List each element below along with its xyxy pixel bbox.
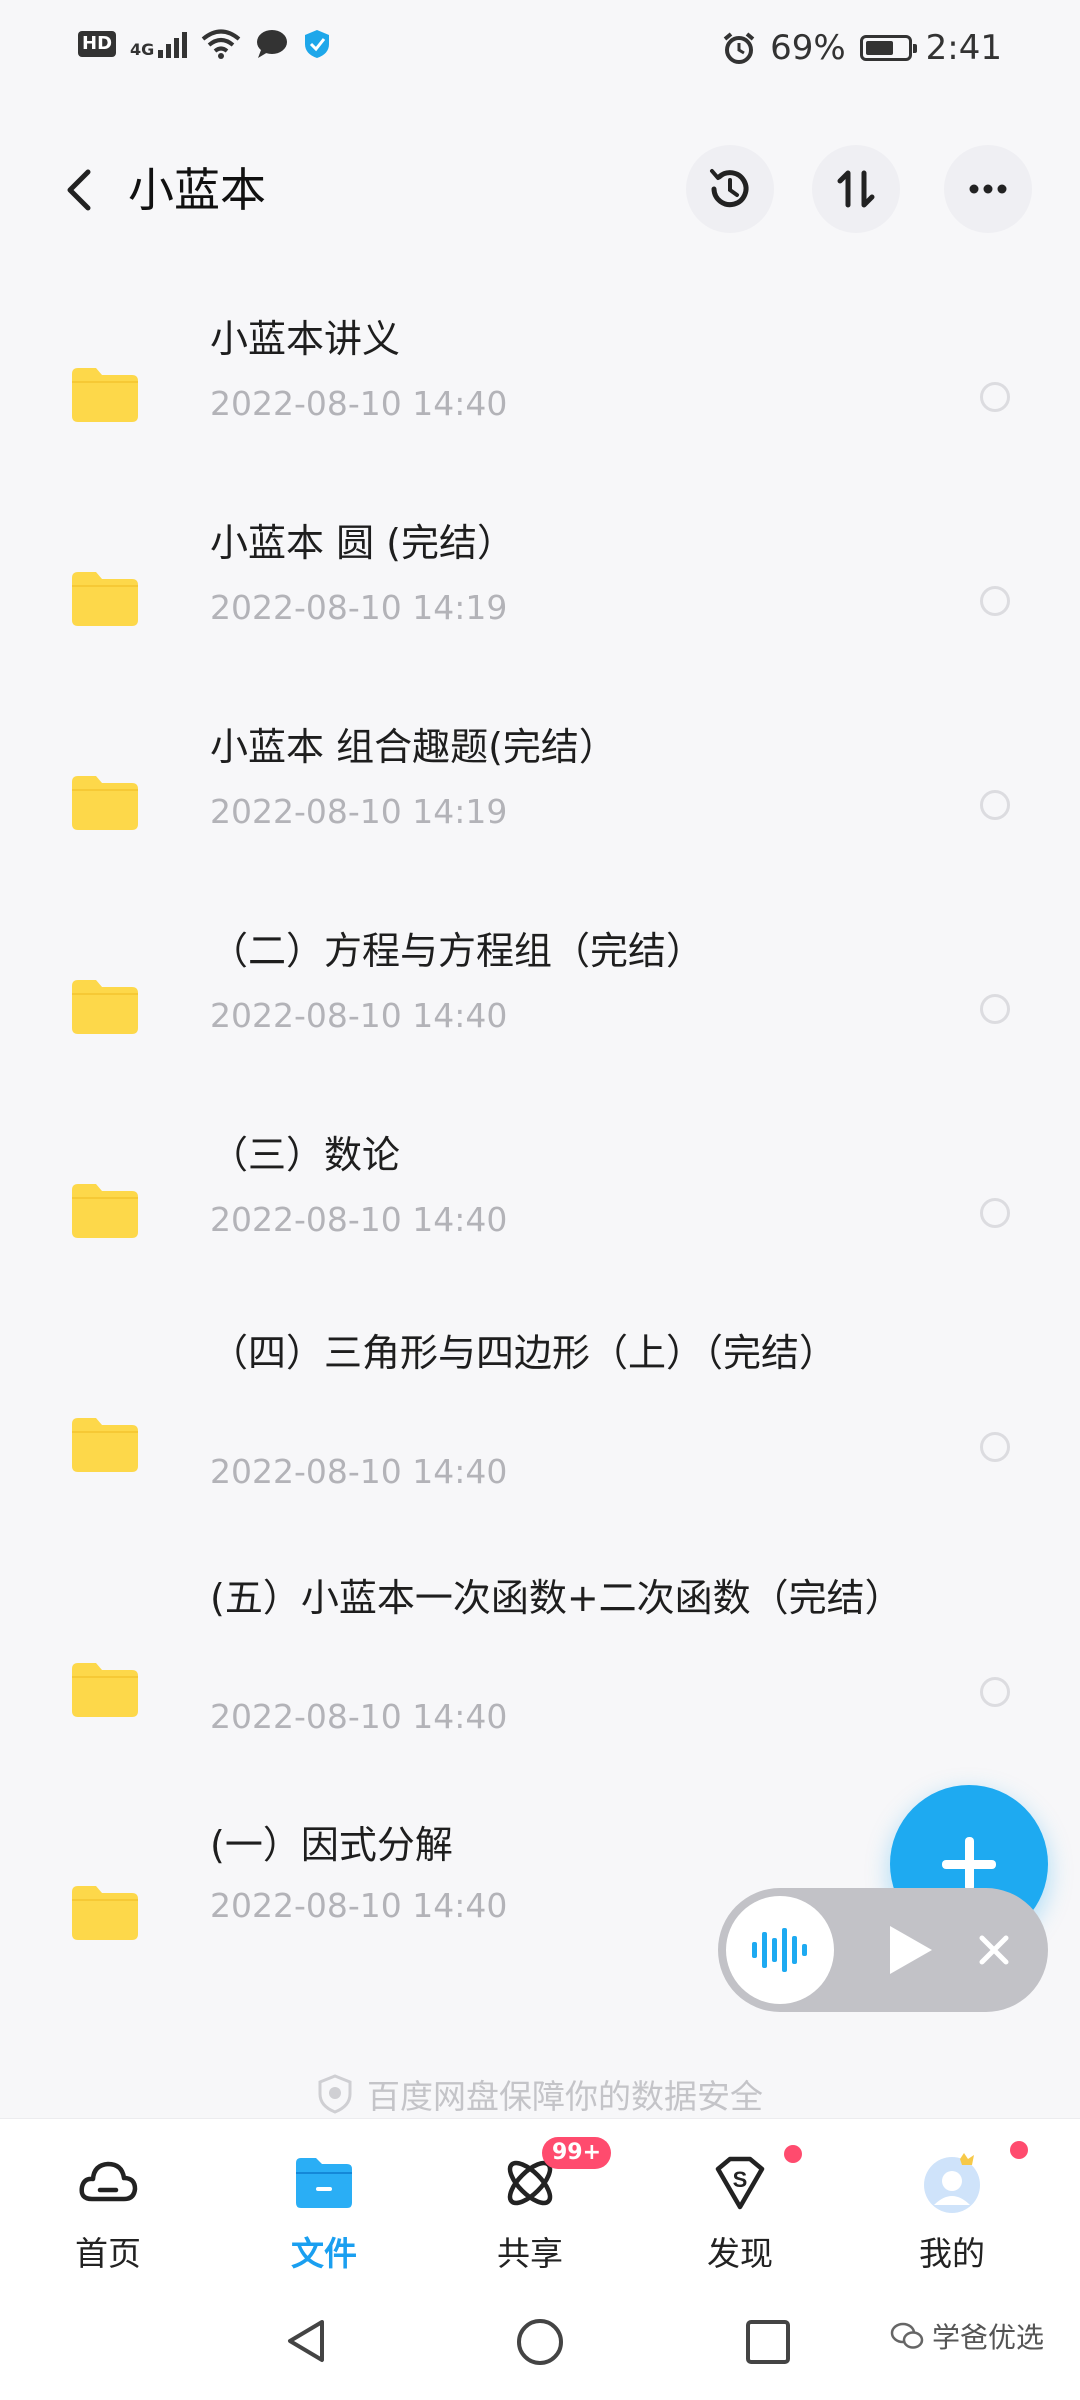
folder-icon [72, 776, 138, 830]
cloud-icon [79, 2161, 138, 2202]
folder-name: 小蓝本 组合趣题(完结） [210, 725, 617, 769]
status-bar: HD 4G 69% 2:41 [0, 0, 1080, 100]
folder-icon [72, 1663, 138, 1717]
mine-notification-dot [1010, 2141, 1028, 2159]
folder-icon [72, 1184, 138, 1238]
watermark: 学爸优选 [890, 2316, 1044, 2356]
folder-icon [296, 2158, 352, 2208]
folder-name: 小蓝本讲义 [210, 317, 401, 361]
select-checkbox[interactable] [980, 382, 1010, 412]
battery-percent: 69% [770, 28, 846, 68]
bottom-nav: 首页 文件 99+ 共享 S 发现 我的 [0, 2118, 1080, 2281]
top-bar: 小蓝本 [0, 130, 1080, 250]
folder-date: 2022-08-10 14:40 [210, 996, 508, 1035]
select-checkbox[interactable] [980, 994, 1010, 1024]
system-home-icon[interactable] [514, 2316, 566, 2368]
tab-files-label: 文件 [291, 2234, 357, 2273]
system-recents-icon[interactable] [744, 2318, 792, 2366]
tab-home[interactable]: 首页 [28, 2119, 188, 2281]
folder-icon [72, 1418, 138, 1472]
folder-row[interactable]: （四）三角形与四边形（上）（完结） 2022-08-10 14:40 [0, 1320, 1080, 1540]
tab-discover-label: 发现 [707, 2234, 773, 2273]
voice-wave-icon[interactable] [726, 1896, 834, 2004]
security-note: 百度网盘保障你的数据安全 [0, 2070, 1080, 2118]
select-checkbox[interactable] [980, 1677, 1010, 1707]
wifi-icon [202, 29, 241, 59]
folder-name: 小蓝本 圆 (完结） [210, 521, 515, 565]
folder-icon [72, 368, 138, 422]
watermark-text: 学爸优选 [932, 2321, 1045, 2354]
folder-icon [72, 1886, 138, 1940]
avatar [924, 2153, 980, 2213]
wechat-icon [890, 2322, 924, 2349]
discover-notification-dot [784, 2145, 802, 2163]
select-checkbox[interactable] [980, 586, 1010, 616]
folder-row[interactable]: 小蓝本讲义 2022-08-10 14:40 [0, 300, 1080, 470]
more-icon [969, 184, 1007, 194]
folder-date: 2022-08-10 14:40 [210, 1200, 508, 1239]
tab-discover[interactable]: S 发现 [660, 2119, 820, 2281]
alarm-icon [723, 32, 755, 64]
folder-icon [72, 572, 138, 626]
folder-icon [72, 980, 138, 1034]
close-icon[interactable] [972, 1928, 1016, 1972]
select-checkbox[interactable] [980, 1198, 1010, 1228]
cellular-signal-icon: 4G [130, 30, 188, 58]
audio-player-pill[interactable] [718, 1888, 1048, 2012]
clock: 2:41 [925, 28, 1002, 68]
tab-mine-label: 我的 [919, 2234, 985, 2273]
tab-share[interactable]: 99+ 共享 [450, 2119, 612, 2281]
shield-icon [318, 2074, 352, 2114]
back-arrow-icon[interactable] [50, 160, 110, 220]
tab-mine[interactable]: 我的 [872, 2119, 1032, 2281]
message-icon [257, 30, 288, 58]
shield-icon [305, 30, 330, 58]
folder-name: (五）小蓝本一次函数+二次函数（完结） [210, 1576, 903, 1620]
play-icon[interactable] [886, 1922, 936, 1978]
share-badge: 99+ [542, 2137, 612, 2169]
svg-text:S: S [733, 2167, 748, 2192]
folder-date: 2022-08-10 14:19 [210, 792, 508, 831]
history-button[interactable] [686, 145, 774, 233]
more-button[interactable] [944, 145, 1032, 233]
folder-date: 2022-08-10 14:40 [210, 1452, 508, 1491]
tab-home-label: 首页 [75, 2234, 141, 2273]
select-checkbox[interactable] [980, 1432, 1010, 1462]
folder-name: （四）三角形与四边形（上）（完结） [210, 1331, 838, 1375]
sort-icon [837, 170, 875, 208]
sort-button[interactable] [812, 145, 900, 233]
discover-diamond-icon: S [715, 2156, 765, 2210]
system-back-icon[interactable] [282, 2316, 332, 2366]
hd-indicator: HD [78, 31, 117, 57]
page-title: 小蓝本 [128, 163, 266, 217]
folder-date: 2022-08-10 14:19 [210, 588, 508, 627]
folder-name: (一）因式分解 [210, 1823, 453, 1867]
folder-row[interactable]: 小蓝本 圆 (完结） 2022-08-10 14:19 [0, 504, 1080, 674]
folder-date: 2022-08-10 14:40 [210, 384, 508, 423]
folder-date: 2022-08-10 14:40 [210, 1697, 508, 1736]
folder-row[interactable]: （三）数论 2022-08-10 14:40 [0, 1116, 1080, 1286]
history-icon [710, 169, 749, 208]
folder-row[interactable]: （二）方程与方程组（完结） 2022-08-10 14:40 [0, 912, 1080, 1082]
folder-row[interactable]: 小蓝本 组合趣题(完结） 2022-08-10 14:19 [0, 708, 1080, 878]
battery-icon [859, 35, 917, 61]
tab-files[interactable]: 文件 [244, 2119, 404, 2281]
tab-share-label: 共享 [497, 2234, 563, 2273]
folder-name: （三）数论 [210, 1133, 401, 1177]
security-note-text: 百度网盘保障你的数据安全 [367, 2077, 763, 2116]
folder-row[interactable]: (五）小蓝本一次函数+二次函数（完结） 2022-08-10 14:40 [0, 1565, 1080, 1785]
folder-date: 2022-08-10 14:40 [210, 1886, 508, 1925]
select-checkbox[interactable] [980, 790, 1010, 820]
folder-name: （二）方程与方程组（完结） [210, 929, 705, 973]
